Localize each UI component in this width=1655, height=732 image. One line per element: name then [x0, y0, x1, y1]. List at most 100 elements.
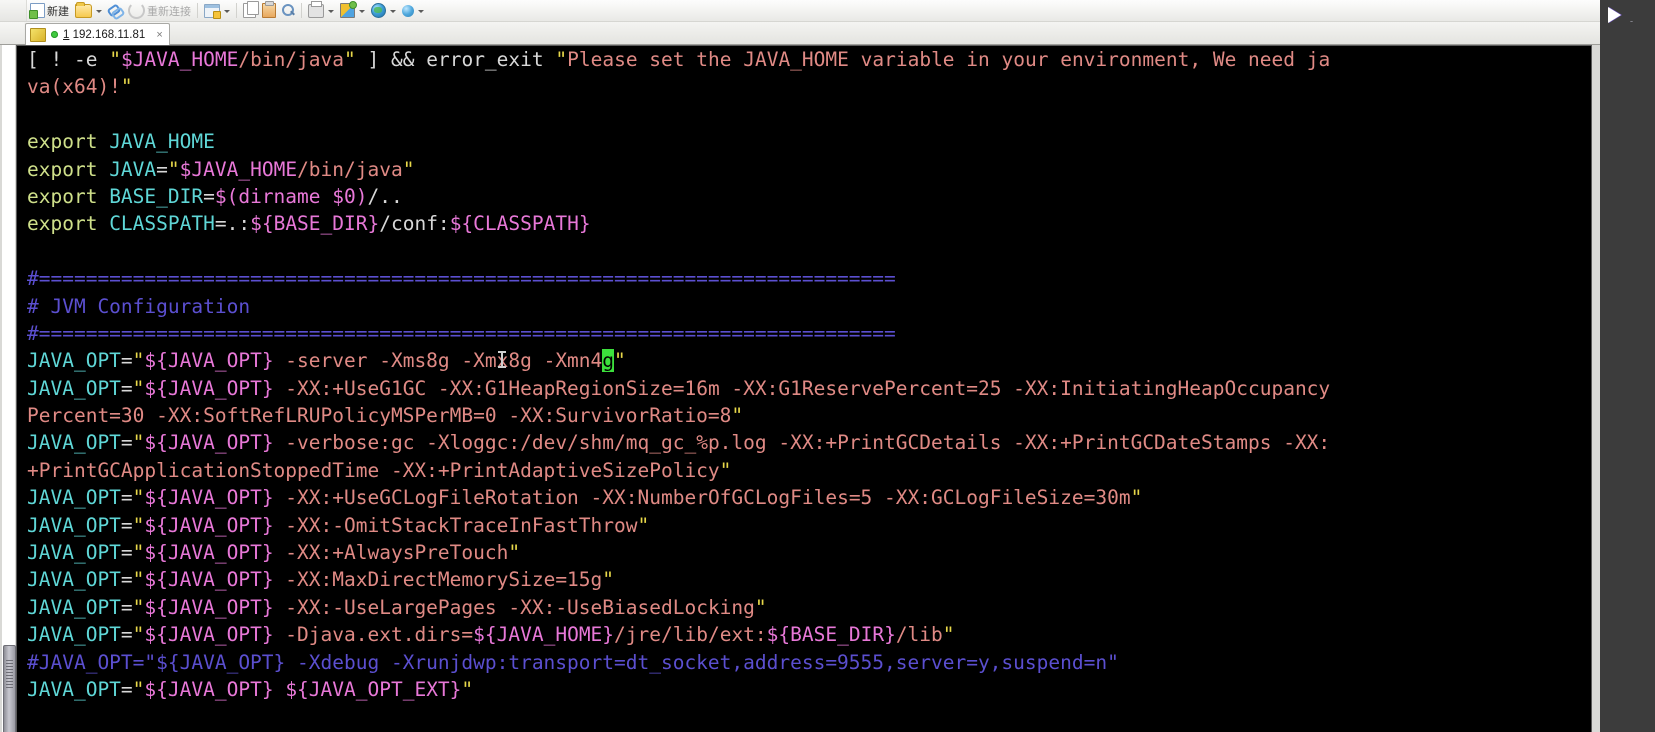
- terminal-span: ": [602, 568, 615, 592]
- terminal-span: #=======================================…: [27, 321, 896, 345]
- terminal-span: JAVA_OPT: [27, 486, 121, 510]
- print-icon: [308, 0, 324, 18]
- terminal-line: # JVM Configuration: [27, 293, 1591, 320]
- terminal-span: ": [508, 541, 521, 565]
- toolbar-paste[interactable]: [259, 0, 279, 21]
- close-icon[interactable]: ×: [156, 29, 162, 41]
- window-settings-icon: [204, 3, 221, 19]
- chevron-down-icon[interactable]: [390, 10, 396, 13]
- chevron-down-icon[interactable]: [359, 10, 365, 13]
- toolbar-find[interactable]: [279, 0, 298, 21]
- play-icon: [1608, 7, 1621, 23]
- chart-icon: [340, 1, 357, 18]
- terminal-span: export: [27, 212, 110, 236]
- folder-icon: [75, 1, 92, 18]
- terminal-span: ": [719, 458, 732, 482]
- toolbar-browse-web[interactable]: [368, 0, 399, 21]
- terminal-span: JAVA_OPT: [27, 431, 121, 455]
- terminal-span: ${JAVA_OPT}: [144, 623, 274, 647]
- terminal-span: #=======================================…: [27, 267, 896, 291]
- terminal-screen[interactable]: [ ! -e "$JAVA_HOME/bin/java" ] && error_…: [16, 45, 1592, 732]
- terminal-span: ${JAVA_OPT}: [144, 376, 274, 400]
- toolbar-print[interactable]: [305, 0, 337, 21]
- toolbar-session-options[interactable]: [201, 0, 233, 21]
- terminal-span: JAVA_OPT: [27, 376, 121, 400]
- main-toolbar: 新建 重新连接: [0, 0, 1600, 22]
- terminal-span: $JAVA_HOME: [120, 48, 239, 71]
- terminal-span: ": [132, 349, 145, 373]
- terminal-span: ${JAVA_OPT}: [144, 677, 274, 701]
- terminal-line: JAVA_OPT="${JAVA_OPT} -XX:-OmitStackTrac…: [27, 512, 1591, 539]
- terminal-span: JAVA_OPT: [27, 349, 121, 373]
- terminal-span: ${JAVA_OPT}: [144, 486, 274, 510]
- terminal-window: 新建 重新连接 1 192.168.11.81 × [! -e "$JAVA_…: [0, 0, 1601, 732]
- terminal-span: =: [120, 431, 133, 455]
- terminal-line: JAVA_OPT="${JAVA_OPT} -XX:+UseGCLogFileR…: [27, 484, 1591, 511]
- toolbar-open-folder[interactable]: [72, 0, 105, 21]
- terminal-span: JAVA: [109, 157, 157, 181]
- terminal-span: JAVA_HOME: [109, 130, 215, 154]
- terminal-span: =: [120, 513, 133, 537]
- terminal-span: ": [132, 677, 145, 701]
- terminal-span: ": [637, 513, 650, 537]
- toolbar-new-session-label: 新建: [47, 5, 69, 18]
- chevron-down-icon[interactable]: [418, 10, 424, 13]
- terminal-line: Percent=30 -XX:SoftRefLRUPolicyMSPerMB=0…: [27, 402, 1591, 429]
- status-badge: [51, 31, 58, 38]
- toolbar-separator: [301, 3, 302, 18]
- toolbar-new-session[interactable]: 新建: [27, 0, 72, 21]
- terminal-span: ": [132, 376, 145, 400]
- terminal-span: /bin/java: [238, 48, 345, 71]
- terminal-span: .:: [226, 212, 251, 236]
- terminal-span: ": [614, 349, 626, 373]
- terminal-span: ": [555, 48, 568, 71]
- chevron-down-icon[interactable]: [328, 10, 334, 13]
- terminal-span: -Djava.ext.dirs=: [273, 623, 474, 647]
- terminal-scrollbar-thumb[interactable]: [3, 645, 16, 732]
- chevron-down-icon[interactable]: [224, 10, 230, 13]
- terminal-span: ${CLASSPATH}: [449, 212, 591, 236]
- link-icon: [108, 4, 122, 17]
- terminal-scrollbar[interactable]: [2, 45, 16, 732]
- terminal-span: ": [1130, 486, 1143, 510]
- toolbar-copy[interactable]: [240, 0, 259, 21]
- terminal-span: -server -Xms8g -Xmx8g -Xmn4: [273, 349, 603, 373]
- terminal-span: ": [132, 541, 145, 565]
- terminal-span: -verbose:gc -Xloggc:/dev/shm/mq_gc_%p.lo…: [273, 431, 1331, 455]
- terminal-line: JAVA_OPT="${JAVA_OPT} -XX:+AlwaysPreTouc…: [27, 539, 1591, 566]
- terminal-span: ${JAVA_OPT}: [144, 431, 274, 455]
- reconnect-icon: [128, 2, 145, 19]
- toolbar-reconnect-label: 重新连接: [147, 5, 191, 18]
- terminal-span: [ ! -e: [27, 48, 110, 71]
- terminal-area: [ ! -e "$JAVA_HOME/bin/java" ] && error_…: [0, 45, 1600, 732]
- terminal-span: ${JAVA_HOME}: [473, 623, 615, 647]
- terminal-span: ]: [355, 48, 391, 71]
- terminal-span: ": [132, 486, 145, 510]
- terminal-span: [274, 678, 286, 701]
- terminal-line: #=======================================…: [27, 265, 1591, 292]
- terminal-line: JAVA_OPT="${JAVA_OPT} -XX:+UseG1GC -XX:G…: [27, 375, 1591, 402]
- toolbar-help-web[interactable]: [399, 0, 427, 21]
- tab-host: 192.168.11.81: [72, 28, 146, 41]
- terminal-span: =: [120, 486, 133, 510]
- terminal-span: =: [214, 212, 227, 236]
- terminal-span: /lib: [895, 623, 943, 647]
- terminal-line: export BASE_DIR=$(dirname $0)/..: [27, 183, 1591, 210]
- terminal-span: ": [167, 157, 180, 181]
- tab-session-1[interactable]: 1 192.168.11.81 ×: [25, 23, 170, 45]
- toolbar-log-session[interactable]: [337, 0, 368, 21]
- run-macro-button[interactable]: ...: [1608, 4, 1638, 26]
- terminal-span: -XX:+UseGCLogFileRotation -XX:NumberOfGC…: [273, 486, 1131, 510]
- toolbar-connect[interactable]: [105, 0, 125, 21]
- terminal-span: =: [120, 376, 133, 400]
- terminal-span: CLASSPATH: [109, 212, 215, 236]
- terminal-span: =: [120, 349, 133, 373]
- terminal-span: ": [120, 75, 133, 99]
- toolbar-reconnect: 重新连接: [125, 0, 194, 21]
- globe-icon: [371, 3, 386, 18]
- chevron-down-icon[interactable]: [96, 10, 102, 13]
- terminal-span: g: [602, 349, 615, 373]
- terminal-span: /bin/java: [297, 157, 403, 181]
- terminal-span: ": [402, 157, 415, 181]
- paste-icon: [262, 1, 276, 18]
